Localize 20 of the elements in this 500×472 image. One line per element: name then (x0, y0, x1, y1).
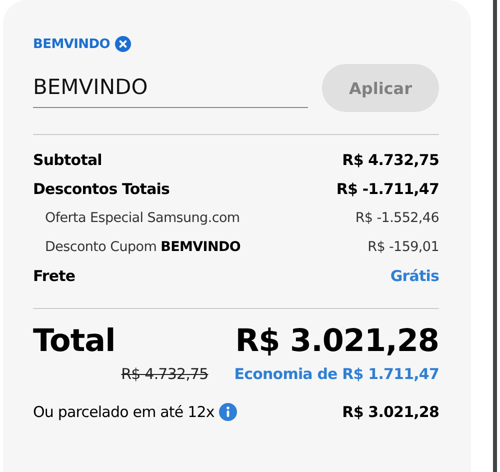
row-value: R$ -1.711,47 (336, 180, 439, 198)
row-label: Subtotal (33, 150, 102, 168)
original-price: R$ 4.732,75 (121, 365, 208, 383)
info-icon[interactable] (219, 403, 238, 421)
row-label: Desconto Cupom BEMVINDO (45, 238, 241, 254)
row-value: Grátis (390, 266, 439, 284)
savings-text: Economia de R$ 1.711,47 (234, 365, 439, 383)
row-value: R$ 4.732,75 (342, 150, 439, 168)
coupon-input[interactable]: BEMVINDO (33, 68, 308, 108)
row-label: Frete (33, 266, 76, 284)
total-label: Total (33, 323, 116, 359)
installments-label: Ou parcelado em até 12x (33, 403, 214, 421)
row-label: Descontos Totais (33, 180, 170, 198)
total-value: R$ 3.021,28 (235, 323, 439, 359)
coupon-code: BEMVINDO (33, 36, 110, 52)
row-value: R$ -1.552,46 (355, 210, 439, 226)
installments-value: R$ 3.021,28 (342, 403, 439, 421)
row-label: Oferta Especial Samsung.com (45, 210, 240, 226)
close-icon[interactable] (114, 36, 131, 52)
row-value: R$ -159,01 (368, 238, 439, 254)
